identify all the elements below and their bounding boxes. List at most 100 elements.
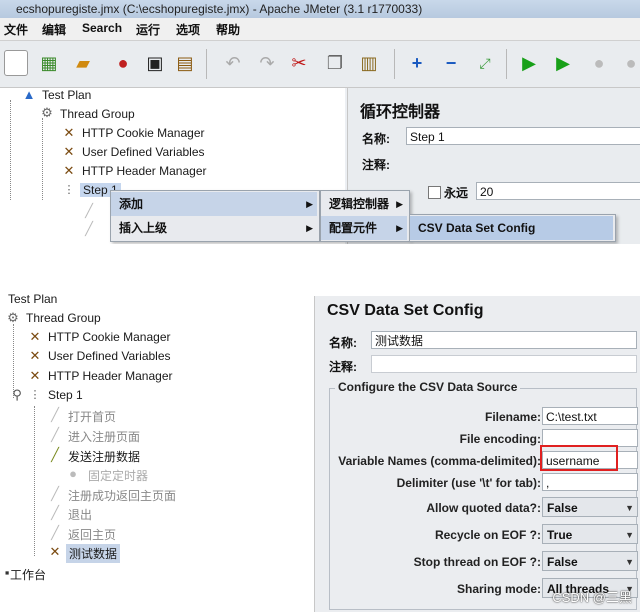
gear-icon: ⚙ [41, 105, 53, 120]
name-field[interactable]: 测试数据 [371, 331, 637, 349]
redo-icon[interactable]: ↷ [254, 50, 280, 76]
tree-cookie-manager[interactable]: HTTP Cookie Manager [82, 126, 205, 140]
chevron-down-icon: ▼ [625, 530, 634, 540]
menu-item-config-element[interactable]: 配置元件 ▶ [321, 216, 407, 240]
stop-icon[interactable]: ● [586, 50, 612, 76]
recycle-eof-label: Recycle on EOF ?: [434, 528, 541, 542]
tree-header-manager[interactable]: HTTP Header Manager [48, 369, 173, 383]
sampler-icon: ╱ [51, 447, 59, 462]
templates-icon[interactable]: ▦ [36, 50, 62, 76]
sampler-icon: ╱ [85, 221, 93, 236]
expand-icon[interactable]: + [404, 50, 430, 76]
save-icon[interactable]: ▣ [142, 50, 168, 76]
tree-open-home[interactable]: 打开首页 [68, 408, 116, 425]
wrench-icon: ✕ [63, 125, 75, 140]
tree-logout[interactable]: 退出 [68, 506, 92, 523]
copy-icon[interactable]: ❐ [322, 50, 348, 76]
highlight-box [540, 445, 618, 471]
close-icon[interactable]: ● [110, 50, 136, 76]
filename-field[interactable]: C:\test.txt [542, 407, 638, 425]
tree-thread-group[interactable]: Thread Group [26, 311, 101, 325]
menu-item-insert-parent[interactable]: 插入上级 ▶ [111, 216, 317, 240]
tree-enter-register[interactable]: 进入注册页面 [68, 428, 140, 445]
tree-workbench[interactable]: 工作台 [10, 566, 46, 583]
section-title: Configure the CSV Data Source [335, 380, 521, 394]
menu-item-config-label: 配置元件 [329, 221, 378, 235]
sampler-icon: ╱ [51, 407, 59, 422]
start-icon[interactable]: ▶ [516, 50, 542, 76]
name-field[interactable]: Step 1 [406, 127, 640, 145]
comment-field[interactable] [371, 355, 637, 373]
undo-icon[interactable]: ↶ [220, 50, 246, 76]
forever-label: 永远 [444, 186, 469, 200]
menu-item-csv-config[interactable]: CSV Data Set Config [410, 216, 613, 240]
test-plan-icon: ▲ [22, 87, 36, 102]
toolbar: ▦ ▰ ● ▣ ▤ ↶ ↷ ✂ ❐ ▥ + − ⤢ ▶ ▶ ● ● [0, 41, 640, 88]
file-encoding-label: File encoding: [459, 432, 541, 446]
tree-cookie-manager[interactable]: HTTP Cookie Manager [48, 330, 171, 344]
tree-test-plan[interactable]: Test Plan [8, 292, 57, 306]
recycle-eof-select[interactable]: True ▼ [542, 524, 638, 544]
wrench-icon: ✕ [29, 368, 41, 383]
variable-names-label: Variable Names (comma-delimited): [338, 454, 541, 468]
tree-thread-group[interactable]: Thread Group [60, 107, 135, 121]
window-title: ecshopuregiste.jmx (C:\ecshopuregiste.jm… [0, 0, 640, 18]
menu-item-add[interactable]: 添加 ▶ [111, 192, 317, 216]
menu-file[interactable]: 文件 [4, 21, 28, 38]
forever-checkbox[interactable] [428, 186, 441, 199]
tree-user-vars[interactable]: User Defined Variables [48, 349, 171, 363]
tree-after-register[interactable]: 注册成功返回主页面 [68, 487, 176, 504]
bottom-tree-panel: Test Plan ⚙ Thread Group ✕ HTTP Cookie M… [0, 288, 305, 612]
shutdown-icon[interactable]: ● [618, 50, 640, 76]
name-label: 名称: [329, 336, 357, 350]
loop-icon: ⋮ [63, 184, 75, 196]
delimiter-field[interactable]: , [542, 473, 638, 491]
loop-count-field[interactable]: 20 [476, 182, 640, 200]
menu-item-logic-controller[interactable]: 逻辑控制器 ▶ [321, 192, 407, 216]
save-screenshot-icon[interactable]: ▤ [172, 50, 198, 76]
menu-search[interactable]: Search [82, 21, 122, 35]
menu-edit[interactable]: 编辑 [42, 21, 66, 38]
menu-run[interactable]: 运行 [136, 21, 160, 38]
stop-thread-select[interactable]: False ▼ [542, 551, 638, 571]
chevron-right-icon: ▶ [306, 223, 313, 233]
submenu-config: CSV Data Set Config [409, 214, 616, 242]
sampler-icon: ╱ [51, 486, 59, 501]
tree-return-home[interactable]: 返回主页 [68, 526, 116, 543]
tree-send-register[interactable]: 发送注册数据 [68, 448, 140, 465]
chevron-down-icon: ▼ [625, 503, 634, 513]
tree-header-manager[interactable]: HTTP Header Manager [82, 164, 207, 178]
tree-timer[interactable]: 固定定时器 [88, 467, 148, 484]
paste-icon[interactable]: ▥ [356, 50, 382, 76]
tree-test-plan[interactable]: Test Plan [42, 88, 91, 102]
sampler-icon: ╱ [85, 203, 93, 218]
csv-config-panel: CSV Data Set Config 名称: 测试数据 注释: Configu… [314, 296, 640, 612]
comment-label: 注释: [329, 360, 357, 374]
expand-handle-icon[interactable]: ⚲ [10, 388, 24, 402]
menu-item-logic-label: 逻辑控制器 [329, 197, 390, 211]
menu-bar: 文件 编辑 Search 运行 选项 帮助 [0, 18, 640, 41]
cut-icon[interactable]: ✂ [286, 50, 312, 76]
allow-quoted-select[interactable]: False ▼ [542, 497, 638, 517]
collapse-icon[interactable]: − [438, 50, 464, 76]
sampler-icon: ╱ [51, 505, 59, 520]
filename-label: Filename: [484, 410, 541, 424]
allow-quoted-value: False [547, 501, 578, 515]
menu-help[interactable]: 帮助 [216, 21, 240, 38]
tree-step1[interactable]: Step 1 [48, 388, 83, 402]
tree-test-data[interactable]: 测试数据 [66, 544, 121, 563]
delimiter-label: Delimiter (use '\t' for tab): [396, 476, 541, 490]
panel-heading: CSV Data Set Config [327, 302, 484, 319]
name-label: 名称: [362, 132, 390, 146]
top-screenshot: ecshopuregiste.jmx (C:\ecshopuregiste.jm… [0, 0, 640, 244]
new-icon[interactable] [4, 50, 28, 76]
start-no-pause-icon[interactable]: ▶ [550, 50, 576, 76]
toggle-icon[interactable]: ⤢ [472, 50, 498, 76]
tree-user-vars[interactable]: User Defined Variables [82, 145, 205, 159]
loop-icon: ⋮ [29, 389, 41, 401]
open-icon[interactable]: ▰ [70, 50, 96, 76]
menu-options[interactable]: 选项 [176, 21, 200, 38]
stop-thread-label: Stop thread on EOF ?: [413, 555, 541, 569]
wrench-icon: ✕ [29, 329, 41, 344]
sharing-mode-label: Sharing mode: [456, 582, 541, 596]
